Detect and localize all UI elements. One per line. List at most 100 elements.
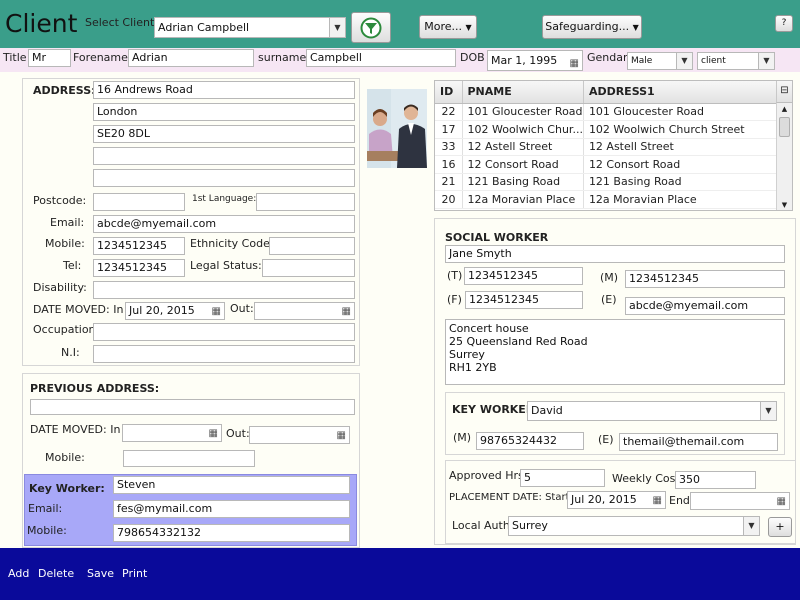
forename-input[interactable]: Adrian <box>128 49 254 67</box>
cell-address1: 121 Basing Road <box>583 173 779 191</box>
table-row[interactable]: 16 12 Consort Road 12 Consort Road <box>435 155 779 174</box>
address-line1-input[interactable]: 16 Andrews Road <box>93 81 355 99</box>
placement-end-input[interactable]: ▦ <box>690 492 790 510</box>
social-worker-name-input[interactable]: Jane Smyth <box>445 245 785 263</box>
address-line3-input[interactable]: SE20 8DL <box>93 125 355 143</box>
kw-e-input[interactable]: themail@themail.com <box>619 433 778 451</box>
tel-input[interactable]: 1234512345 <box>93 259 185 277</box>
placement-date-label: PLACEMENT DATE: Start <box>449 492 570 503</box>
key-worker-name-input[interactable]: Steven <box>113 476 350 494</box>
sw-m-label: (M) <box>600 271 619 284</box>
add-button[interactable]: Add <box>8 567 29 580</box>
approved-hrs-input[interactable]: 5 <box>520 469 605 487</box>
safeguarding-button-label: Safeguarding... <box>545 20 630 33</box>
key-worker-email-input[interactable]: fes@mymail.com <box>113 500 350 518</box>
sw-address-line: Surrey <box>449 348 485 361</box>
key-worker-mobile-input[interactable]: 798654332132 <box>113 524 350 542</box>
placement-start-value: Jul 20, 2015 <box>571 493 637 506</box>
date-moved-out-label: Out: <box>230 302 254 315</box>
ni-input[interactable] <box>93 345 355 363</box>
sw-f-label: (F) <box>447 293 462 306</box>
kw-m-input[interactable]: 98765324432 <box>476 432 584 450</box>
table-row[interactable]: 22 101 Gloucester Road 101 Gloucester Road <box>435 103 779 121</box>
person-details-bar: Title Mr Forename Adrian surname Campbel… <box>0 48 800 72</box>
print-button[interactable]: Print <box>122 567 147 580</box>
column-header-pname[interactable]: PNAME <box>462 81 584 104</box>
calendar-icon: ▦ <box>211 306 221 317</box>
placement-table: ID PNAME ADDRESS1 22 101 Gloucester Road 1… <box>435 81 779 209</box>
postcode-input[interactable] <box>93 193 185 211</box>
table-row[interactable]: 17 102 Woolwich Chur... 102 Woolwich Churc… <box>435 120 779 139</box>
cell-id: 33 <box>435 138 463 156</box>
safeguarding-button[interactable]: Safeguarding... ▼ <box>542 15 642 39</box>
chevron-down-icon: ▼ <box>676 53 692 69</box>
cell-address1: 12a Moravian Place <box>583 190 779 209</box>
title-input[interactable]: Mr <box>28 49 71 67</box>
dob-input[interactable]: Mar 1, 1995 ▦ <box>487 50 583 71</box>
key-worker-label: Key Worker: <box>29 482 105 495</box>
date-moved-out-input[interactable]: ▦ <box>254 302 355 320</box>
column-chooser-icon[interactable]: ⊟ <box>776 81 792 103</box>
select-client-value: Adrian Campbell <box>158 21 250 34</box>
person-type-dropdown[interactable]: client ▼ <box>697 52 775 70</box>
cell-address1: 12 Astell Street <box>583 138 779 156</box>
title-label: Title <box>3 51 27 64</box>
sw-address-textarea[interactable]: Concert house 25 Queensland Red Road Sur… <box>445 319 785 385</box>
ethnicity-label: Ethnicity Code: <box>190 237 274 250</box>
column-header-address1[interactable]: ADDRESS1 <box>583 81 779 104</box>
ethnicity-input[interactable] <box>269 237 355 255</box>
mobile-input[interactable]: 1234512345 <box>93 237 185 255</box>
placement-end-label: End <box>669 494 690 507</box>
save-button[interactable]: Save <box>87 567 114 580</box>
more-button[interactable]: More... ▼ <box>419 15 477 39</box>
social-worker-label: SOCIAL WORKER <box>445 231 549 244</box>
footer-bar: Add Delete Save Print <box>0 548 800 600</box>
local-auth-dropdown[interactable]: Surrey ▼ <box>508 516 760 536</box>
placement-start-input[interactable]: Jul 20, 2015 ▦ <box>567 491 666 509</box>
table-row[interactable]: 33 12 Astell Street 12 Astell Street <box>435 138 779 156</box>
help-button[interactable]: ? <box>775 15 793 32</box>
previous-moved-out-input[interactable]: ▦ <box>249 426 350 444</box>
gender-dropdown[interactable]: Male ▼ <box>627 52 693 70</box>
postcode-label: Postcode: <box>33 194 87 207</box>
placement-grid: ID PNAME ADDRESS1 22 101 Gloucester Road 1… <box>434 80 793 211</box>
address-line5-input[interactable] <box>93 169 355 187</box>
table-row[interactable]: 20 12a Moravian Place 12a Moravian Place <box>435 190 779 209</box>
gender-label: Gendar <box>587 51 628 64</box>
legal-status-input[interactable] <box>262 259 355 277</box>
key-worker-right-dropdown[interactable]: David ▼ <box>527 401 777 421</box>
delete-button[interactable]: Delete <box>38 567 74 580</box>
language-input[interactable] <box>256 193 355 211</box>
date-moved-in-value: Jul 20, 2015 <box>129 304 195 317</box>
address-line4-input[interactable] <box>93 147 355 165</box>
select-client-dropdown[interactable]: Adrian Campbell ▼ <box>154 17 346 38</box>
cell-address1: 101 Gloucester Road <box>583 103 779 121</box>
sw-t-input[interactable]: 1234512345 <box>464 267 583 285</box>
weekly-cost-input[interactable]: 350 <box>675 471 756 489</box>
previous-address-input[interactable] <box>30 399 355 415</box>
cell-pname: 102 Woolwich Chur... <box>462 120 584 139</box>
address-line2-input[interactable]: London <box>93 103 355 121</box>
key-worker-mobile-label: Mobile: <box>27 524 67 537</box>
email-input[interactable]: abcde@myemail.com <box>93 215 355 233</box>
grid-scrollbar[interactable]: ▲ ▼ <box>776 103 792 210</box>
date-moved-in-input[interactable]: Jul 20, 2015 ▦ <box>125 302 225 320</box>
column-header-id[interactable]: ID <box>435 81 463 104</box>
scroll-up-icon[interactable]: ▲ <box>777 105 792 113</box>
sw-e-input[interactable]: abcde@myemail.com <box>625 297 785 315</box>
previous-moved-in-input[interactable]: ▦ <box>122 424 222 442</box>
scroll-thumb[interactable] <box>779 117 790 137</box>
scroll-down-icon[interactable]: ▼ <box>777 201 792 209</box>
cell-id: 17 <box>435 120 463 139</box>
surname-input[interactable]: Campbell <box>306 49 456 67</box>
filter-button[interactable] <box>351 12 391 43</box>
calendar-icon: ▦ <box>569 58 579 69</box>
sw-m-input[interactable]: 1234512345 <box>625 270 785 288</box>
cell-address1: 102 Woolwich Church Street <box>583 120 779 139</box>
table-row[interactable]: 21 121 Basing Road 121 Basing Road <box>435 173 779 191</box>
previous-mobile-input[interactable] <box>123 450 255 467</box>
add-local-auth-button[interactable]: + <box>768 517 792 537</box>
occupation-input[interactable] <box>93 323 355 341</box>
sw-f-input[interactable]: 1234512345 <box>465 291 583 309</box>
disability-input[interactable] <box>93 281 355 299</box>
